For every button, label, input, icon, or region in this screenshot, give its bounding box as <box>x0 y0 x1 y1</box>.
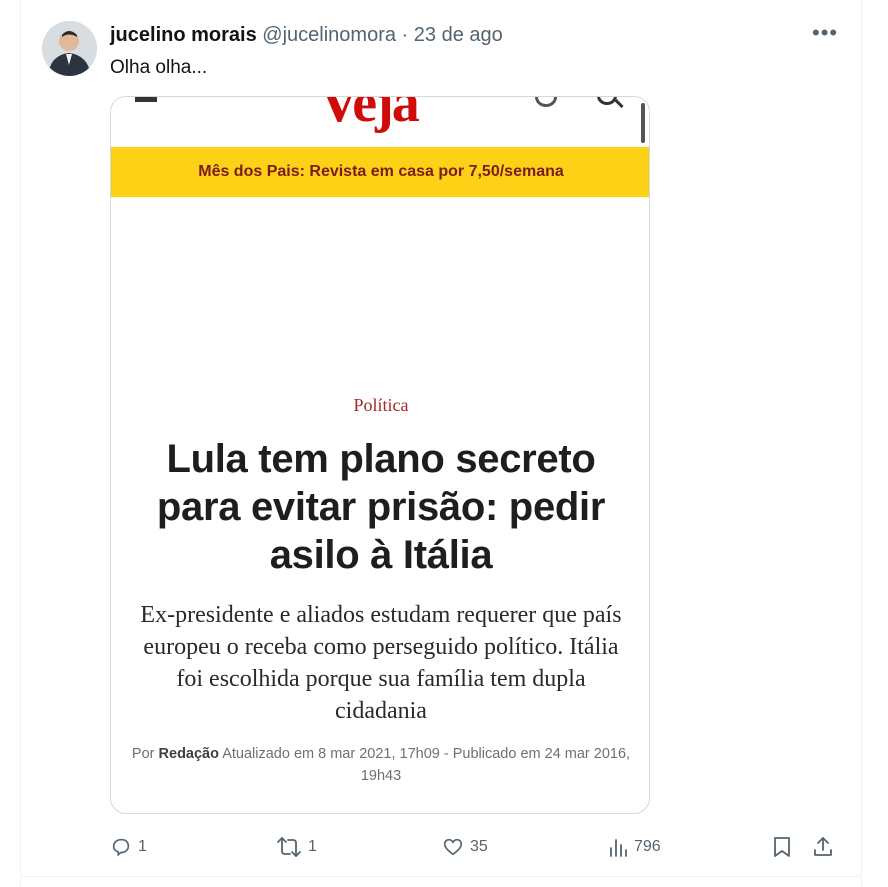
repost-icon <box>276 836 302 858</box>
menu-icon <box>135 97 157 102</box>
views-count: 796 <box>634 838 661 855</box>
reply-icon <box>110 836 132 858</box>
bookmark-button[interactable] <box>772 832 792 862</box>
scrollbar <box>641 103 645 143</box>
separator-dot: · <box>401 24 409 46</box>
section-label: Política <box>353 395 409 415</box>
share-button[interactable] <box>812 832 834 862</box>
tweet-header: jucelino morais @jucelinomora · 23 de ag… <box>110 22 503 48</box>
like-count: 35 <box>470 838 488 855</box>
byline-dates: Atualizado em 8 mar 2021, 17h09 - Public… <box>222 746 631 784</box>
heart-icon <box>442 836 464 858</box>
reply-button[interactable]: 1 <box>110 832 147 862</box>
user-handle[interactable]: @jucelinomora <box>262 24 396 46</box>
repost-count: 1 <box>308 838 317 855</box>
site-header: Veja <box>111 96 649 147</box>
views-icon <box>608 836 628 858</box>
byline-prefix: Por <box>131 746 155 762</box>
search-icon <box>597 97 617 105</box>
display-name[interactable]: jucelino morais <box>110 24 257 46</box>
user-icon <box>535 97 557 107</box>
article-subheadline: Ex-presidente e aliados estudam requerer… <box>140 602 622 724</box>
more-options-icon[interactable]: ••• <box>812 22 840 46</box>
media-image[interactable]: Veja Mês dos Pais: Revista em casa por 7… <box>110 96 650 814</box>
like-button[interactable]: 35 <box>442 832 488 862</box>
views-button[interactable]: 796 <box>608 832 661 862</box>
promo-banner: Mês dos Pais: Revista em casa por 7,50/s… <box>111 147 649 197</box>
article-headline: Lula tem plano secreto para evitar prisã… <box>156 437 606 577</box>
byline-author: Redação <box>158 746 219 762</box>
avatar[interactable] <box>42 21 97 76</box>
reply-count: 1 <box>138 838 147 855</box>
site-logo: Veja <box>319 96 420 134</box>
divider <box>20 876 862 877</box>
action-bar: 1 1 35 796 <box>110 832 850 862</box>
share-icon <box>812 836 834 858</box>
bookmark-icon <box>772 836 792 858</box>
repost-button[interactable]: 1 <box>276 832 317 862</box>
tweet-text: Olha olha... <box>110 57 208 78</box>
timestamp[interactable]: 23 de ago <box>414 24 503 46</box>
article-byline: Por Redação Atualizado em 8 mar 2021, 17… <box>131 743 631 787</box>
